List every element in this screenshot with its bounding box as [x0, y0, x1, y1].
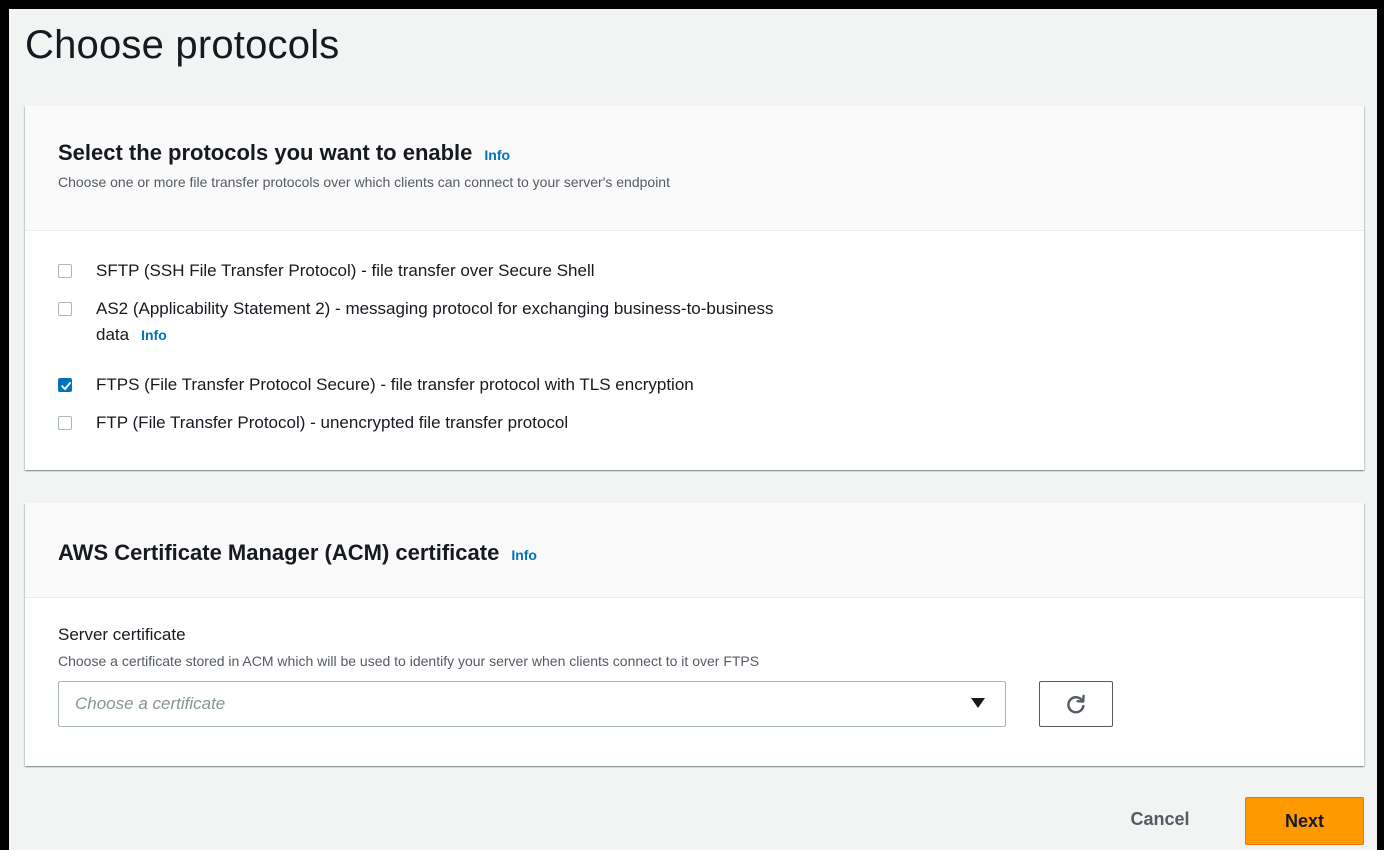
acm-heading: AWS Certificate Manager (ACM) certificat…: [58, 540, 1331, 566]
acm-panel-header: AWS Certificate Manager (ACM) certificat…: [25, 503, 1364, 598]
ftp-checkbox[interactable]: [58, 416, 72, 430]
as2-info-link[interactable]: Info: [141, 327, 167, 343]
certificate-select-placeholder: Choose a certificate: [75, 694, 226, 713]
sftp-label: SFTP (SSH File Transfer Protocol) - file…: [96, 261, 595, 280]
refresh-button[interactable]: [1039, 681, 1113, 727]
protocols-panel-header: Select the protocols you want to enable …: [25, 106, 1364, 231]
refresh-icon: [1067, 694, 1085, 714]
cancel-button[interactable]: Cancel: [1108, 799, 1212, 839]
page-frame: Choose protocols Select the protocols yo…: [9, 9, 1377, 850]
sftp-checkbox[interactable]: [58, 264, 72, 278]
next-button[interactable]: Next: [1245, 797, 1364, 845]
server-certificate-description: Choose a certificate stored in ACM which…: [58, 653, 760, 669]
option-as2[interactable]: AS2 (Applicability Statement 2) - messag…: [58, 298, 774, 348]
server-certificate-label: Server certificate: [58, 625, 186, 644]
acm-panel: AWS Certificate Manager (ACM) certificat…: [25, 503, 1364, 766]
ftps-label: FTPS (File Transfer Protocol Secure) - f…: [96, 375, 694, 394]
as2-checkbox[interactable]: [58, 302, 72, 316]
as2-label: AS2 (Applicability Statement 2) - messag…: [96, 299, 774, 318]
protocols-heading: Select the protocols you want to enable …: [58, 140, 1331, 166]
as2-label-block: AS2 (Applicability Statement 2) - messag…: [96, 296, 774, 348]
checkmark-icon: [61, 382, 71, 390]
caret-down-icon: [971, 698, 985, 708]
protocols-panel: Select the protocols you want to enable …: [25, 106, 1364, 470]
ftp-label: FTP (File Transfer Protocol) - unencrypt…: [96, 413, 569, 432]
protocols-description: Choose one or more file transfer protoco…: [58, 174, 670, 190]
option-ftp[interactable]: FTP (File Transfer Protocol) - unencrypt…: [58, 412, 568, 436]
acm-info-link[interactable]: Info: [511, 547, 537, 563]
protocols-heading-text: Select the protocols you want to enable: [58, 140, 473, 165]
ftps-checkbox[interactable]: [58, 378, 72, 392]
acm-heading-text: AWS Certificate Manager (ACM) certificat…: [58, 540, 500, 565]
option-ftps[interactable]: FTPS (File Transfer Protocol Secure) - f…: [58, 374, 694, 398]
as2-label-cont: data: [96, 325, 130, 344]
protocols-info-link[interactable]: Info: [484, 147, 510, 163]
page-title: Choose protocols: [25, 23, 340, 67]
certificate-select[interactable]: Choose a certificate: [58, 681, 1006, 727]
option-sftp[interactable]: SFTP (SSH File Transfer Protocol) - file…: [58, 260, 595, 284]
